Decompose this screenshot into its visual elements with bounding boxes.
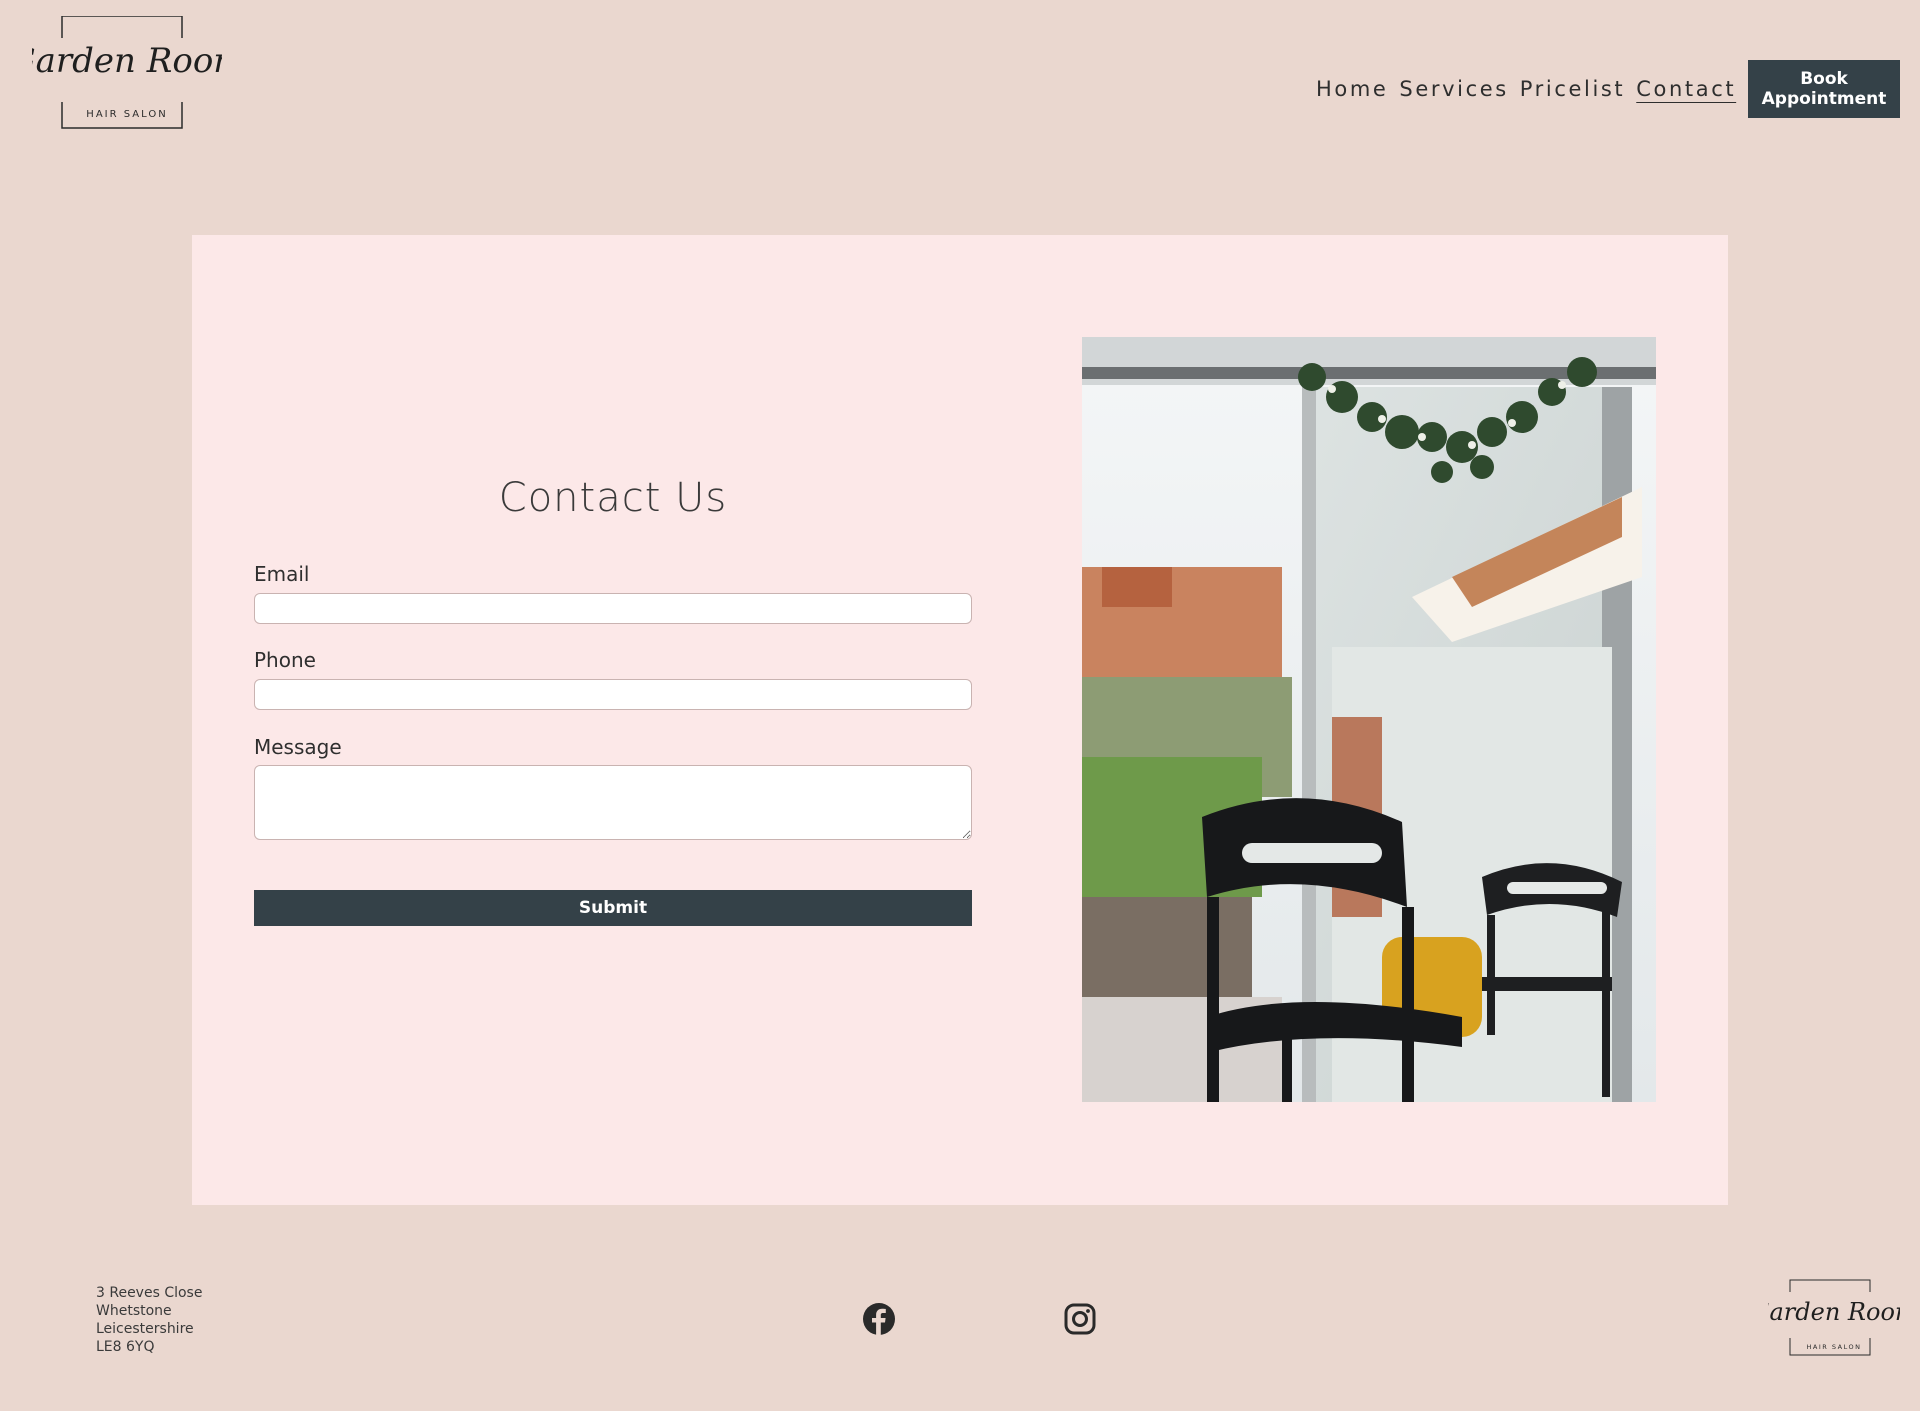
salon-photo (1082, 337, 1656, 1102)
footer-logo-sub: HAIR SALON (1807, 1343, 1862, 1351)
submit-button[interactable]: Submit (254, 890, 972, 926)
phone-field[interactable] (254, 679, 972, 710)
page-title: Contact Us (498, 475, 728, 521)
footer-logo-script: Garden Room (1768, 1298, 1900, 1326)
email-label: Email (254, 562, 310, 586)
book-appointment-button[interactable]: Book Appointment (1748, 60, 1900, 118)
nav-home[interactable]: Home (1316, 77, 1388, 101)
logo-mark: Garden Room HAIR SALON (32, 16, 222, 129)
salon-photo-image (1082, 337, 1656, 1102)
footer-logo[interactable]: Garden Room HAIR SALON (1768, 1278, 1900, 1358)
nav-pricelist[interactable]: Pricelist (1520, 77, 1625, 101)
address-line: 3 Reeves Close (96, 1285, 203, 1301)
logo-sub-text: HAIR SALON (86, 109, 167, 120)
address-line: LE8 6YQ (96, 1339, 155, 1355)
facebook-icon[interactable] (862, 1302, 896, 1336)
contact-card: Contact Us Email Phone Message Submit (192, 235, 1728, 1205)
address-line: Whetstone (96, 1303, 172, 1319)
nav-services[interactable]: Services (1399, 77, 1508, 101)
header-logo[interactable]: Garden Room HAIR SALON (32, 16, 222, 130)
footer-address: 3 Reeves Close Whetstone Leicestershire … (96, 1284, 202, 1356)
address-line: Leicestershire (96, 1321, 194, 1337)
message-field[interactable] (254, 765, 972, 840)
logo-script-text: Garden Room (32, 41, 222, 81)
main-nav: Home Services Pricelist Contact (1316, 77, 1747, 101)
email-field[interactable] (254, 593, 972, 624)
instagram-icon[interactable] (1063, 1302, 1097, 1336)
nav-contact[interactable]: Contact (1636, 77, 1736, 101)
phone-label: Phone (254, 648, 316, 672)
footer-logo-mark: Garden Room HAIR SALON (1768, 1279, 1900, 1356)
message-label: Message (254, 735, 342, 759)
